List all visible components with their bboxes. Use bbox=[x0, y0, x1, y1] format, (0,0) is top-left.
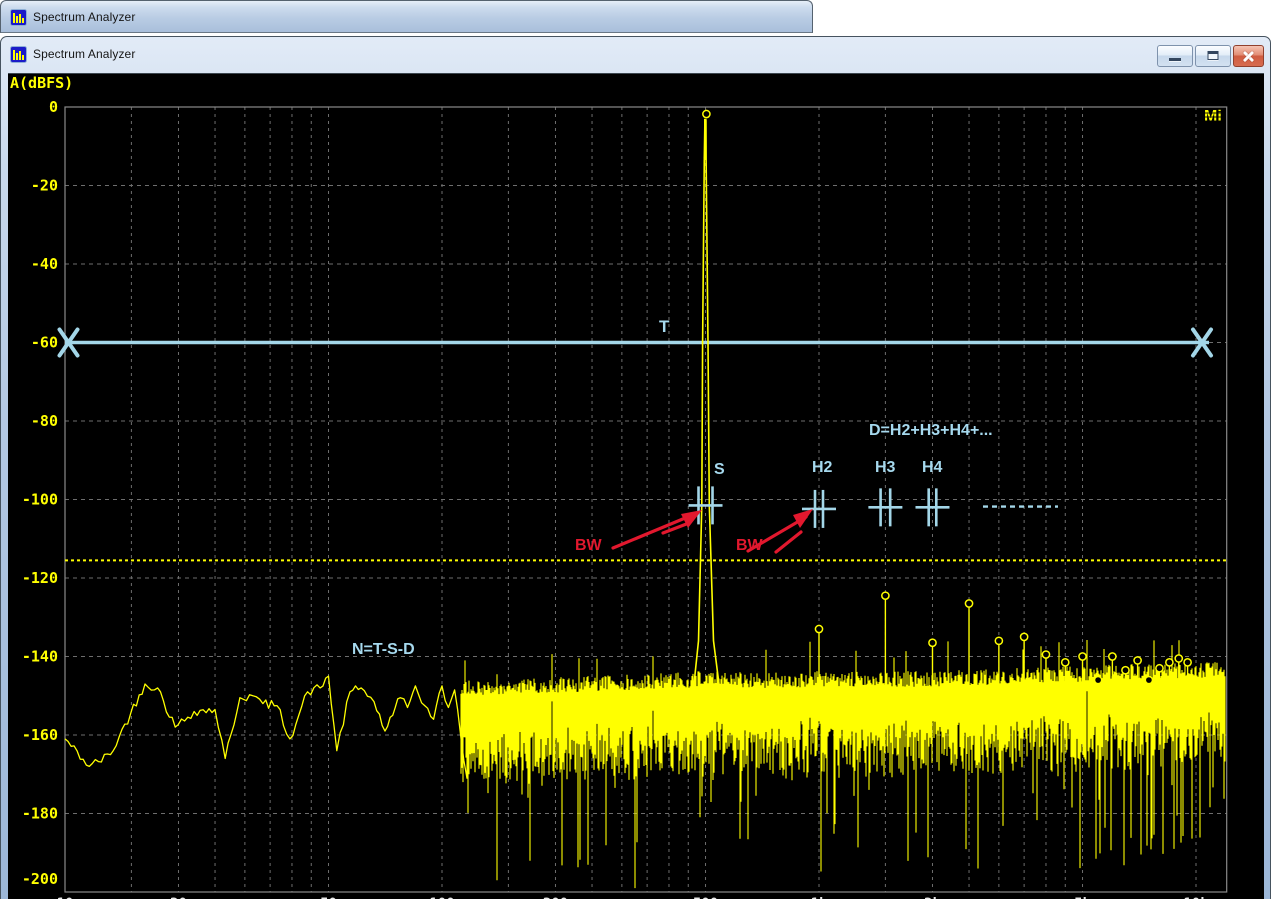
label-H3: H3 bbox=[875, 459, 896, 476]
plot-client-area: 0 -20 -40 -60 -80 -100 -120 -140 -160 -180 -200 A(d… bbox=[8, 73, 1264, 899]
label-BW-2: BW bbox=[736, 537, 764, 554]
fundamental-peak-marker bbox=[703, 110, 710, 117]
svg-text:-20: -20 bbox=[31, 177, 58, 195]
minimize-icon bbox=[1169, 58, 1181, 61]
y-axis-title: A(dBFS) bbox=[10, 74, 73, 92]
harmonic-marker bbox=[1156, 665, 1163, 672]
harmonic-marker bbox=[882, 592, 889, 599]
harmonic-marker bbox=[1021, 633, 1028, 640]
spectrum-analyzer-window: Spectrum Analyzer 0 -20 -40 -60 -80 -100 -120 -… bbox=[0, 36, 1271, 899]
background-window-titlebar[interactable]: Spectrum Analyzer bbox=[1, 1, 812, 33]
label-T: T bbox=[659, 317, 670, 336]
label-H4: H4 bbox=[922, 459, 943, 476]
minimize-button[interactable] bbox=[1157, 45, 1193, 67]
svg-text:-100: -100 bbox=[22, 491, 58, 509]
y-axis-labels: 0 -20 -40 -60 -80 -100 -120 -140 -160 -180 -200 bbox=[22, 98, 58, 888]
harmonic-marker bbox=[815, 625, 822, 632]
harmonic-marker bbox=[929, 639, 936, 646]
svg-text:-60: -60 bbox=[31, 334, 58, 352]
window-controls bbox=[1155, 45, 1264, 67]
label-H2: H2 bbox=[812, 459, 833, 476]
harmonic-marker bbox=[1122, 667, 1129, 674]
svg-text:-160: -160 bbox=[22, 726, 58, 744]
harmonic-marker bbox=[995, 637, 1002, 644]
total-power-line bbox=[60, 330, 1212, 356]
harmonic-marker bbox=[1062, 659, 1069, 666]
window-title: Spectrum Analyzer bbox=[33, 47, 135, 61]
harmonic-marker bbox=[965, 600, 972, 607]
maximize-icon bbox=[1208, 51, 1219, 60]
harmonic-marker bbox=[1134, 657, 1141, 664]
spectrum-plot[interactable]: 0 -20 -40 -60 -80 -100 -120 -140 -160 -180 -200 A(d… bbox=[8, 74, 1264, 899]
harmonic-marker bbox=[1109, 653, 1116, 660]
svg-text:-200: -200 bbox=[22, 870, 58, 888]
close-icon bbox=[1242, 50, 1255, 63]
svg-text:-40: -40 bbox=[31, 255, 58, 273]
titlebar[interactable]: Spectrum Analyzer bbox=[1, 37, 1270, 71]
spectrum-analyzer-app-icon bbox=[10, 46, 27, 63]
desktop: Spectrum Analyzer Spectrum Analyzer 0 -20… bbox=[0, 0, 1271, 899]
label-N: N=T-S-D bbox=[352, 641, 415, 658]
harmonic-marker bbox=[1184, 659, 1191, 666]
background-window-title: Spectrum Analyzer bbox=[33, 10, 135, 24]
harmonic-marker bbox=[1166, 659, 1173, 666]
label-S: S bbox=[714, 461, 725, 478]
background-window[interactable]: Spectrum Analyzer bbox=[0, 0, 813, 33]
svg-text:-80: -80 bbox=[31, 412, 58, 430]
maximize-button[interactable] bbox=[1195, 45, 1231, 67]
svg-text:-120: -120 bbox=[22, 569, 58, 587]
grid bbox=[65, 107, 1227, 892]
harmonic-marker bbox=[1095, 676, 1102, 683]
harmonic-marker bbox=[1145, 676, 1152, 683]
svg-text:-180: -180 bbox=[22, 805, 58, 823]
harmonic-marker bbox=[1079, 653, 1086, 660]
noise-floor-trace bbox=[65, 676, 472, 778]
watermark-logo: Mi bbox=[1204, 108, 1222, 125]
spectrum-analyzer-app-icon bbox=[10, 9, 27, 26]
harmonic-marker bbox=[1175, 655, 1182, 662]
harmonic-marker bbox=[1042, 651, 1049, 658]
label-D: D=H2+H3+H4+... bbox=[869, 422, 993, 439]
svg-text:0: 0 bbox=[49, 98, 58, 116]
label-BW-1: BW bbox=[575, 537, 603, 554]
close-button[interactable] bbox=[1233, 45, 1264, 67]
svg-text:-140: -140 bbox=[22, 648, 58, 666]
noise-floor-dense bbox=[461, 640, 1225, 888]
fundamental-peak bbox=[694, 110, 719, 684]
